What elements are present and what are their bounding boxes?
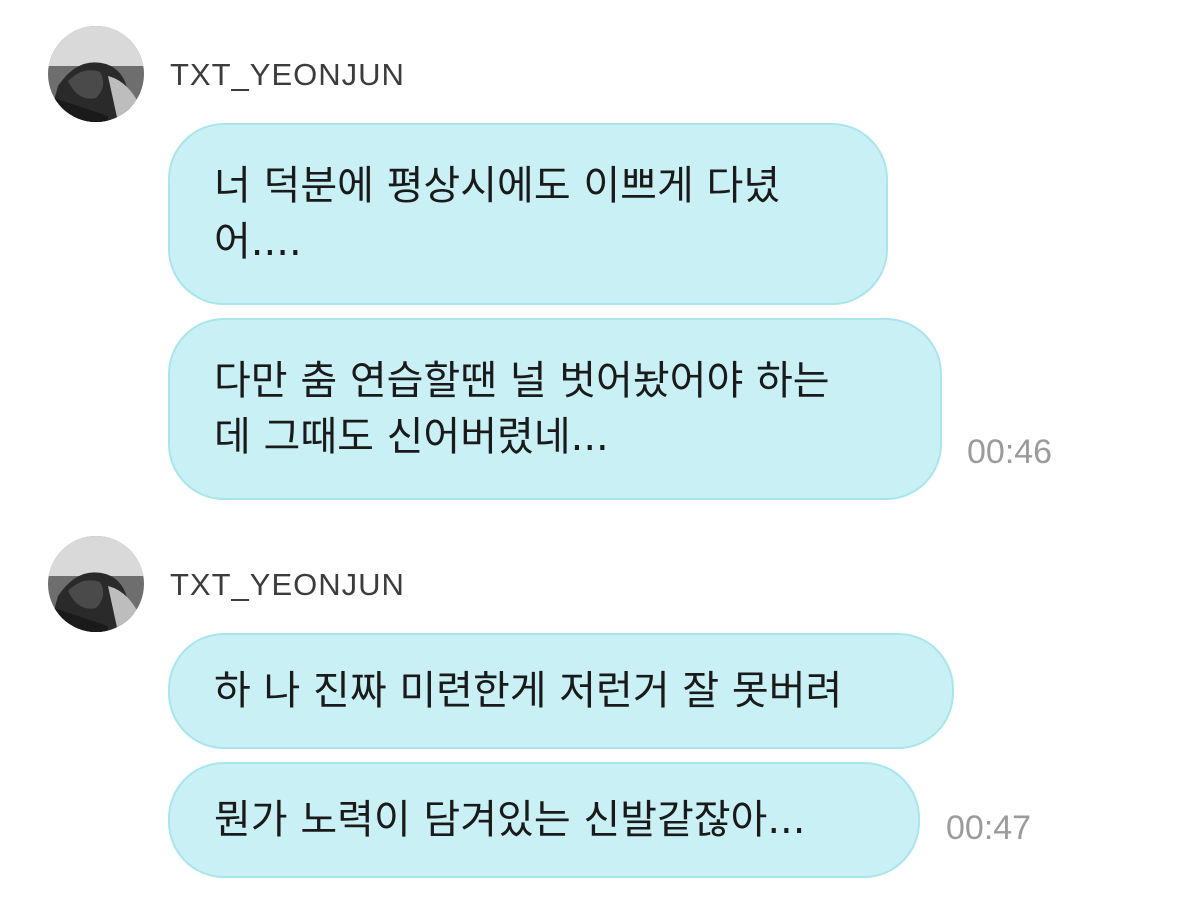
message-text: 하 나 진짜 미련한게 저런거 잘 못버려 [214, 668, 843, 714]
message-bubble[interactable]: 하 나 진짜 미련한게 저런거 잘 못버려 [168, 633, 954, 749]
avatar[interactable] [48, 536, 144, 632]
message-text: 뭔가 노력이 담겨있는 신발같잖아... [214, 797, 806, 843]
message-bubble[interactable]: 다만 춤 연습할땐 널 벗어놨어야 하는 데 그때도 신어버렸네... [168, 318, 942, 500]
message-timestamp: 00:46 [967, 433, 1053, 471]
message-text: 다만 춤 연습할땐 널 벗어놨어야 하는 데 그때도 신어버렸네... [214, 358, 830, 460]
message-bubble[interactable]: 뭔가 노력이 담겨있는 신발같잖아... [168, 762, 920, 878]
sender-name: TXT_YEONJUN [170, 57, 405, 92]
profile-photo [48, 536, 144, 632]
profile-photo [48, 26, 144, 122]
message-timestamp: 00:47 [946, 809, 1032, 847]
sender-name: TXT_YEONJUN [170, 567, 405, 602]
message-bubble[interactable]: 너 덕분에 평상시에도 이쁘게 다녔 어.... [168, 123, 888, 305]
message-text: 너 덕분에 평상시에도 이쁘게 다녔 어.... [214, 163, 781, 265]
avatar[interactable] [48, 26, 144, 122]
